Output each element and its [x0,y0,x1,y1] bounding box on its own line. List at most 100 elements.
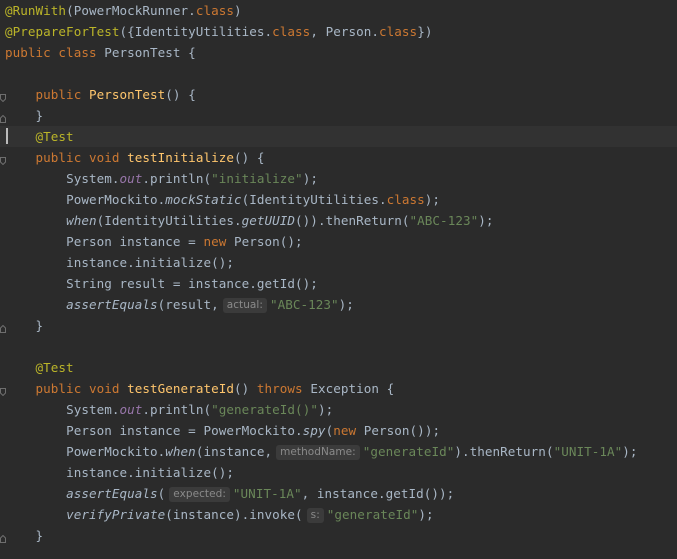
static-method-call: verifyPrivate [66,507,166,522]
code-line: verifyPrivate(instance).invoke(s: "genera… [5,504,434,525]
code-text: Person instance = PowerMockito. [66,423,303,438]
keyword: class [379,24,418,39]
code-line: assertEquals(expected: "UNIT-1A", instanc… [5,483,454,504]
code-text: System. [66,171,120,186]
code-text: () [233,381,257,396]
code-line: when(IdentityUtilities.getUUID()).thenRe… [5,210,494,231]
code-text: PowerMockito. [66,192,166,207]
code-text: (instance, [195,444,273,459]
code-text: (PowerMockRunner. [66,3,196,18]
code-line: @PrepareForTest({IdentityUtilities. class… [5,21,432,42]
code-text: , Person. [310,24,380,39]
code-line: Person instance = new Person(); [5,231,303,252]
code-text: Person instance = [66,234,204,249]
code-text: ()).thenReturn( [295,213,410,228]
code-text: ({IdentityUtilities. [119,24,273,39]
code-text: (IdentityUtilities. [96,213,242,228]
keyword: class [195,3,234,18]
code-text: Person()); [356,423,441,438]
parameter-hint: expected: [169,487,230,502]
code-text: ); [302,171,318,186]
code-line: @Test [5,357,74,378]
parameter-hint: actual: [222,298,267,313]
code-text: ); [418,507,434,522]
code-line: String result = instance.getId(); [5,273,318,294]
method-declaration: testGenerateId [127,381,234,396]
code-text: () { [233,150,265,165]
code-line: public class PersonTest { [5,42,196,63]
code-line: } [5,315,44,336]
parameter-hint: s: [306,508,324,523]
code-text: System. [66,402,120,417]
string-literal: "UNIT-1A" [553,444,623,459]
code-line: instance.initialize(); [5,252,234,273]
code-line: assertEquals(result, actual: "ABC-123"); [5,294,354,315]
code-text: } [35,318,44,333]
keyword: public void [35,381,120,396]
code-text: .println( [142,171,212,186]
code-text: ( [157,486,166,501]
keyword: throws [256,381,303,396]
method-declaration: testInitialize [127,150,234,165]
code-line: public void testInitialize() { [5,147,265,168]
code-text: ); [622,444,638,459]
parameter-hint: methodName: [276,445,360,460]
code-text: ); [478,213,494,228]
code-text: PowerMockito. [66,444,166,459]
keyword: public void [35,150,120,165]
class-name: PersonTest { [96,45,196,60]
annotation: @RunWith [5,3,67,18]
keyword: public [35,87,82,102]
code-text: , instance.getId()); [301,486,455,501]
code-text: (IdentityUtilities. [241,192,387,207]
code-text: } [35,528,44,543]
static-field: out [119,171,143,186]
code-line: @RunWith(PowerMockRunner.class) [5,0,242,21]
code-line: instance.initialize(); [5,462,234,483]
code-text: () { [165,87,196,102]
code-text: String result = instance.getId(); [66,276,318,291]
code-text: instance.initialize(); [66,465,234,480]
string-literal: "generateId()" [211,402,318,417]
static-method-call: when [165,444,196,459]
static-method-call: spy [302,423,326,438]
code-line: public PersonTest() { [5,84,196,105]
code-editor[interactable]: @RunWith(PowerMockRunner.class) @Prepare… [0,0,677,559]
code-text: ) [233,3,242,18]
keyword: public class [5,45,97,60]
annotation: @PrepareForTest [5,24,120,39]
code-text: Exception { [302,381,395,396]
code-text: ); [338,297,354,312]
string-literal: "generateId" [362,444,455,459]
code-text: Person(); [226,234,303,249]
code-text: ); [317,402,334,417]
current-code-line: @Test [0,126,677,147]
code-text: (instance).invoke( [165,507,303,522]
code-text: ); [424,192,441,207]
code-text: .println( [142,402,212,417]
code-line: Person instance = PowerMockito.spy(new P… [5,420,440,441]
string-literal: "initialize" [211,171,303,186]
string-literal: "ABC-123" [409,213,479,228]
code-text: (result, [157,297,219,312]
code-line: PowerMockito.when(instance, methodName: "g… [5,441,638,462]
code-line: } [5,105,44,126]
annotation: @Test [35,360,74,375]
code-text: } [35,108,44,123]
code-line: public void testGenerateId() throws Exce… [5,378,395,399]
static-method-call: assertEquals [66,486,158,501]
string-literal: "ABC-123" [269,297,339,312]
static-field: out [119,402,143,417]
static-method-call: assertEquals [66,297,158,312]
static-method-call: getUUID [241,213,296,228]
string-literal: "UNIT-1A" [232,486,302,501]
keyword: class [386,192,425,207]
text-caret [6,128,8,144]
code-text: }) [417,24,433,39]
annotation: @Test [35,129,74,144]
static-method-call: when [66,213,97,228]
keyword: new [333,423,357,438]
code-text: instance.initialize(); [66,255,234,270]
method-declaration: PersonTest [88,87,166,102]
keyword: new [203,234,227,249]
